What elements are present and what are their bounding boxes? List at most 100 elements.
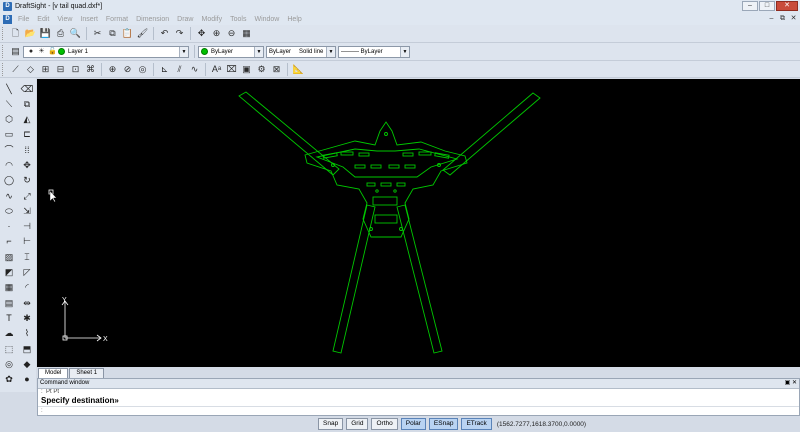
command-window-controls[interactable]: ▣ ✕ — [785, 379, 797, 388]
tab-sheet-1[interactable]: Sheet 1 — [69, 368, 105, 378]
mirror-icon[interactable]: ◭ — [19, 113, 35, 127]
point-icon[interactable]: · — [1, 220, 17, 234]
offset-icon[interactable]: ⊏ — [19, 128, 35, 142]
insert-image-icon[interactable]: ▣ — [240, 63, 253, 76]
open-icon[interactable]: 📂 — [24, 27, 37, 40]
menu-help[interactable]: Help — [283, 16, 305, 23]
snap-extension-icon[interactable]: ⊟ — [54, 63, 67, 76]
properties-icon[interactable]: ▦ — [240, 27, 253, 40]
close-button[interactable]: ✕ — [776, 1, 798, 11]
document-icon[interactable]: D — [3, 14, 12, 24]
layout-icon[interactable]: ⊠ — [270, 63, 283, 76]
doc-minimize-button[interactable]: – — [767, 14, 776, 23]
rotate-icon[interactable]: ↻ — [19, 174, 35, 188]
note-icon[interactable]: ▤ — [1, 296, 17, 310]
text-style-icon[interactable]: Aᵃ — [210, 63, 223, 76]
undo-icon[interactable]: ↶ — [158, 27, 171, 40]
stretch-icon[interactable]: ⇲ — [19, 204, 35, 218]
eraser-icon[interactable]: ⌫ — [19, 82, 35, 96]
print-preview-icon[interactable]: 🔍 — [69, 27, 82, 40]
donut-icon[interactable]: ◎ — [1, 357, 17, 371]
doc-close-button[interactable]: ✕ — [789, 14, 798, 23]
chevron-down-icon[interactable]: ▼ — [179, 46, 188, 57]
lineweight-combo[interactable]: ——— ByLayer ▼ — [338, 45, 410, 58]
paint-icon[interactable]: ◆ — [19, 357, 35, 371]
infinite-line-icon[interactable]: ⟍ — [1, 97, 17, 111]
drawing-canvas[interactable]: Y X — [37, 79, 800, 367]
hatch-icon[interactable]: ▨ — [1, 250, 17, 264]
chevron-down-icon[interactable]: ▼ — [326, 46, 335, 57]
move-icon[interactable]: ✥ — [19, 158, 35, 172]
pan-icon[interactable]: ✥ — [195, 27, 208, 40]
command-input[interactable]: : — [38, 406, 799, 415]
toolbar-grip[interactable] — [2, 62, 5, 76]
menu-dimension[interactable]: Dimension — [132, 16, 173, 23]
menu-edit[interactable]: Edit — [33, 16, 53, 23]
scale-icon[interactable]: ⤢ — [19, 189, 35, 203]
print-icon[interactable]: ⎙ — [54, 27, 67, 40]
text-icon[interactable]: T — [1, 311, 17, 325]
chevron-down-icon[interactable]: ▼ — [400, 46, 409, 57]
layer-combo[interactable]: ● ☀ 🔓 Layer 1 ▼ — [23, 45, 189, 58]
toolbar-grip[interactable] — [2, 45, 5, 58]
ortho-toggle[interactable]: Ortho — [371, 418, 398, 430]
flower-icon[interactable]: ✿ — [1, 373, 17, 387]
match-properties-icon[interactable]: 🖌 — [136, 27, 149, 40]
menu-window[interactable]: Window — [250, 16, 283, 23]
cut-icon[interactable]: ✂ — [91, 27, 104, 40]
group-icon[interactable]: ⬒ — [19, 342, 35, 356]
pattern-icon[interactable]: ⁞⁞ — [19, 143, 35, 157]
wipeout-icon[interactable]: ⬚ — [1, 342, 17, 356]
extend-icon[interactable]: ⊢ — [19, 235, 35, 249]
menu-draw[interactable]: Draw — [173, 16, 197, 23]
menu-format[interactable]: Format — [102, 16, 132, 23]
zoom-previous-icon[interactable]: ⊖ — [225, 27, 238, 40]
grid-toggle[interactable]: Grid — [346, 418, 369, 430]
region-icon[interactable]: ◩ — [1, 266, 17, 280]
polyline-icon[interactable]: ⌐ — [1, 235, 17, 249]
break-icon[interactable]: ⌶ — [19, 250, 35, 264]
new-icon[interactable]: 🗋 — [9, 27, 22, 40]
snap-midpoint-icon[interactable]: ◇ — [24, 63, 37, 76]
snap-toggle[interactable]: Snap — [318, 418, 344, 430]
settings-icon[interactable]: ⚙ — [255, 63, 268, 76]
zoom-window-icon[interactable]: ⊕ — [210, 27, 223, 40]
chamfer-icon[interactable]: ◸ — [19, 266, 35, 280]
fillet-icon[interactable]: ◜ — [19, 281, 35, 295]
arc-icon[interactable]: ⌒ — [1, 143, 17, 157]
join-icon[interactable]: ⇹ — [19, 296, 35, 310]
menu-view[interactable]: View — [53, 16, 76, 23]
layer-manager-icon[interactable]: ▤ — [9, 45, 22, 58]
snap-endpoint-icon[interactable]: ⟋ — [9, 63, 22, 76]
snap-nearest-icon[interactable]: ∿ — [188, 63, 201, 76]
table-icon[interactable]: ▦ — [1, 281, 17, 295]
chevron-down-icon[interactable]: ▼ — [254, 46, 263, 57]
tab-model[interactable]: Model — [38, 368, 69, 378]
snap-parallel-icon[interactable]: ⫽ — [173, 63, 186, 76]
redo-icon[interactable]: ↷ — [173, 27, 186, 40]
snap-center-icon[interactable]: ⊕ — [106, 63, 119, 76]
snap-tangent-icon[interactable]: ◎ — [136, 63, 149, 76]
line-icon[interactable]: ╲ — [1, 82, 17, 96]
snap-perpendicular-icon[interactable]: ⊾ — [158, 63, 171, 76]
linestyle-combo[interactable]: ByLayer Solid line ▼ — [266, 45, 336, 58]
copy-entity-icon[interactable]: ⧉ — [19, 97, 35, 111]
save-icon[interactable]: 💾 — [39, 27, 52, 40]
ellipse-icon[interactable]: ⬭ — [1, 204, 17, 218]
minimize-button[interactable]: – — [742, 1, 758, 11]
polar-toggle[interactable]: Polar — [400, 418, 426, 430]
menu-modify[interactable]: Modify — [198, 16, 227, 23]
polygon-icon[interactable]: ⬡ — [1, 113, 17, 127]
snap-apparent-icon[interactable]: ⊡ — [69, 63, 82, 76]
menu-tools[interactable]: Tools — [226, 16, 250, 23]
circle-icon[interactable]: ◯ — [1, 174, 17, 188]
spline-icon[interactable]: ∿ — [1, 189, 17, 203]
snap-quadrant-icon[interactable]: ⊘ — [121, 63, 134, 76]
rectangle-icon[interactable]: ▭ — [1, 128, 17, 142]
tint-icon[interactable]: ● — [19, 373, 35, 387]
toolbar-grip[interactable] — [2, 27, 5, 40]
edit-polyline-icon[interactable]: ⌇ — [19, 327, 35, 341]
app-logo-icon[interactable]: D — [3, 2, 12, 11]
menu-file[interactable]: File — [14, 16, 33, 23]
color-combo[interactable]: ByLayer ▼ — [198, 45, 264, 58]
